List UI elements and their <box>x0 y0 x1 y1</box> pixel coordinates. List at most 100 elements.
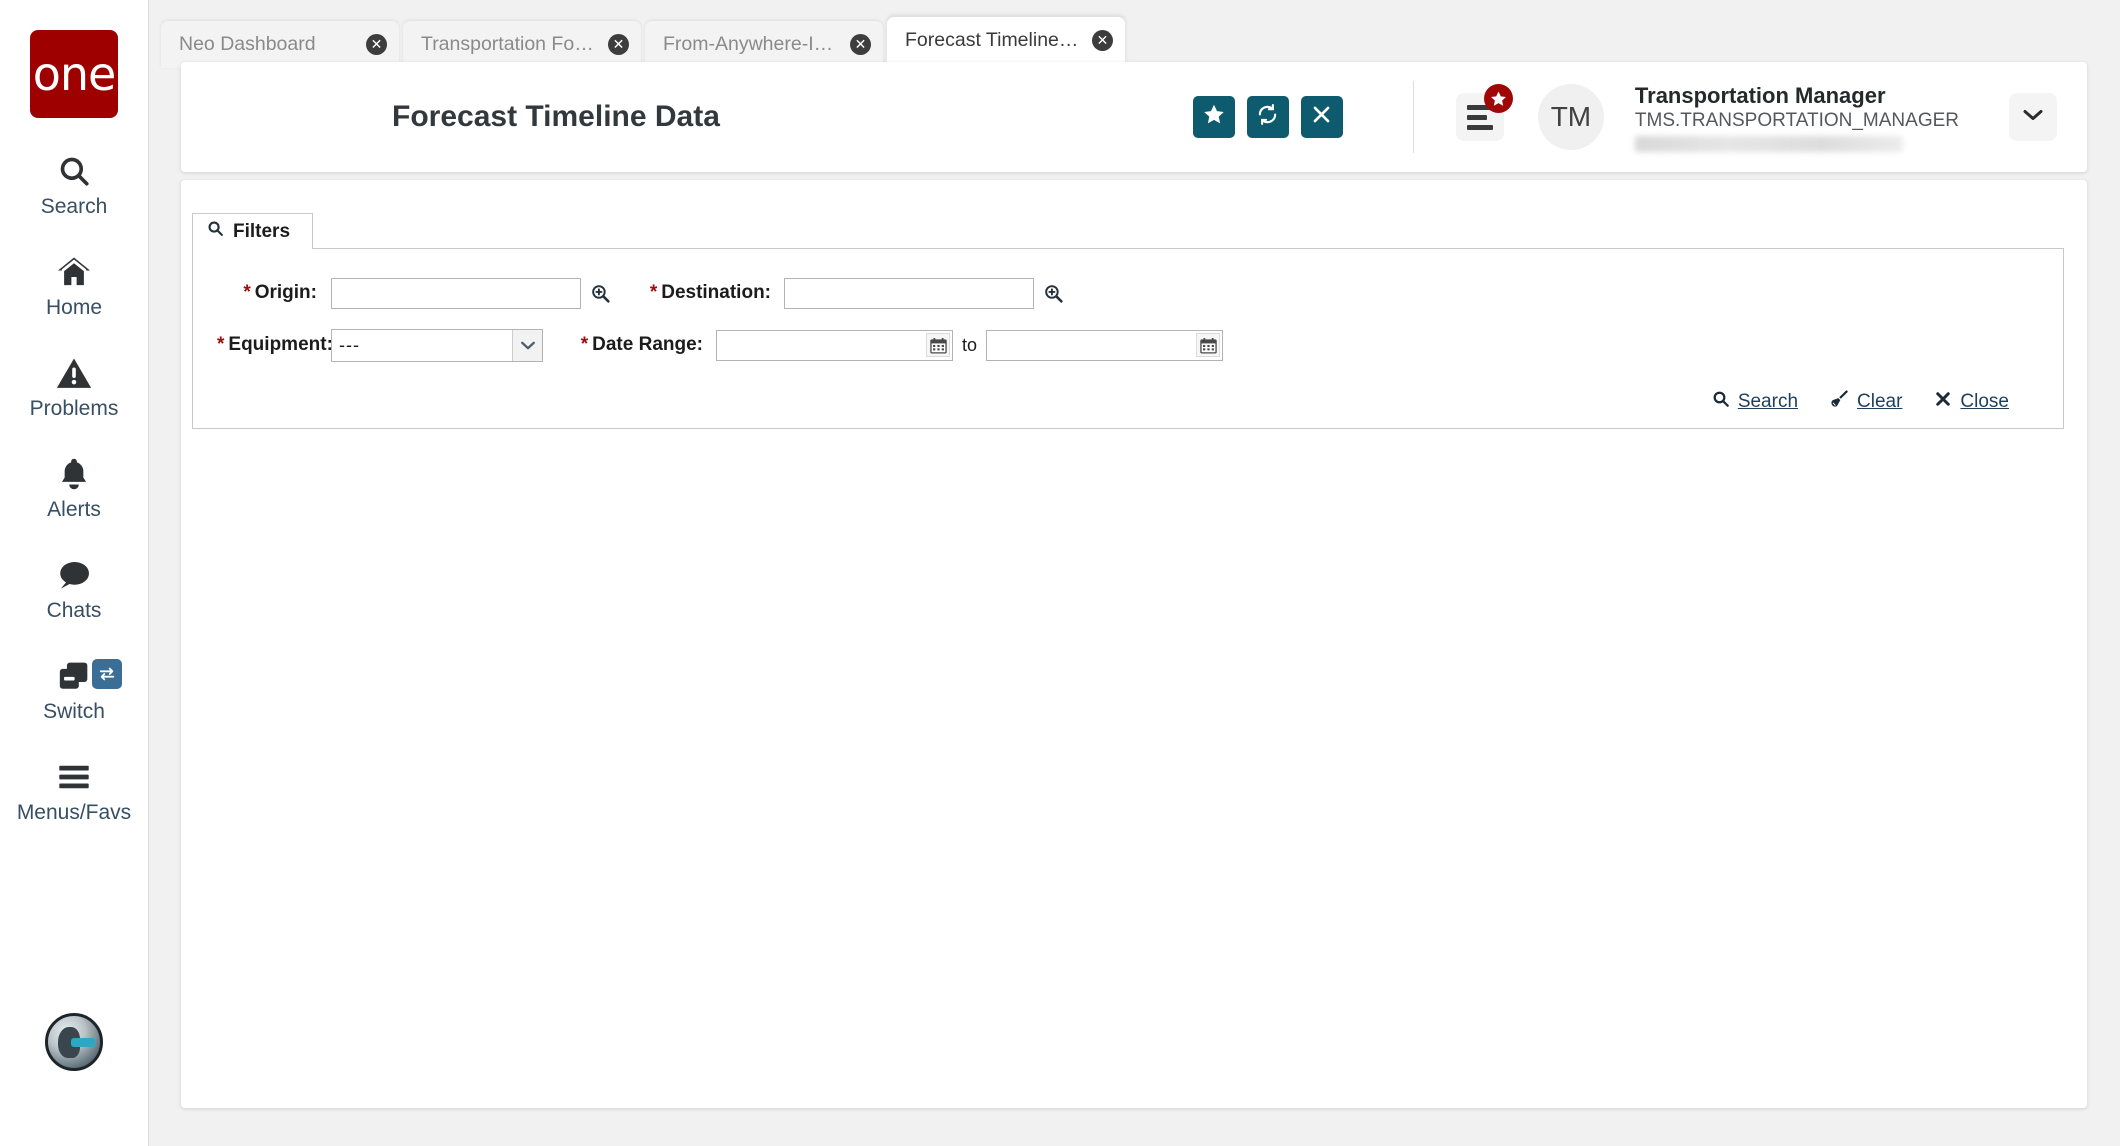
sidebar-item-problems[interactable]: Problems <box>0 354 149 421</box>
chat-bubble-icon <box>56 556 92 594</box>
tab-transportation-forecast-workbench[interactable]: Transportation Forecast Workbe... ✕ <box>403 21 641 68</box>
filters-search-link[interactable]: Search <box>1712 390 1798 414</box>
user-display-name: Transportation Manager <box>1635 82 1959 110</box>
robot-visor-shape <box>71 1038 95 1046</box>
switch-windows-icon <box>57 657 91 695</box>
close-icon[interactable]: ✕ <box>366 34 387 55</box>
broom-icon <box>1830 389 1849 414</box>
filters-action-links: Search Clear <box>217 389 2039 414</box>
favorite-button[interactable] <box>1193 96 1235 138</box>
avatar-initials: TM <box>1551 101 1591 133</box>
calendar-icon[interactable] <box>926 333 950 357</box>
redacted-user-detail <box>1635 136 1903 152</box>
field-date-range: *Date Range: <box>571 330 1223 361</box>
chevron-down-icon <box>512 330 542 361</box>
robot-avatar-icon[interactable] <box>45 1013 103 1071</box>
sidebar-item-chats[interactable]: Chats <box>0 556 149 623</box>
date-range-label: *Date Range: <box>571 334 703 356</box>
filters-row-2: *Equipment: --- <box>217 323 2039 367</box>
date-from-input[interactable] <box>716 330 953 361</box>
origin-input[interactable] <box>331 278 581 309</box>
search-icon <box>57 152 91 190</box>
destination-label: *Destination: <box>639 282 771 304</box>
star-icon <box>1203 104 1225 130</box>
x-icon <box>1934 390 1952 414</box>
exchange-arrows-icon[interactable] <box>92 659 122 689</box>
field-destination: *Destination: <box>639 278 1064 309</box>
user-menu-toggle[interactable] <box>2009 93 2057 141</box>
sidebar-item-alerts[interactable]: Alerts <box>0 455 149 522</box>
filters-search-label: Search <box>1738 391 1798 413</box>
sidebar-item-home[interactable]: Home <box>0 253 149 320</box>
sidebar-item-search[interactable]: Search <box>0 152 149 219</box>
tab-filters-label: Filters <box>233 221 290 243</box>
user-login-id: TMS.TRANSPORTATION_MANAGER <box>1635 109 1959 133</box>
date-range-separator: to <box>962 335 977 356</box>
magnifier-plus-icon[interactable] <box>1043 283 1064 304</box>
tab-forecast-timeline-data[interactable]: Forecast Timeline Data ✕ <box>887 17 1125 68</box>
warning-triangle-icon <box>56 354 92 392</box>
tab-filters[interactable]: Filters <box>192 213 313 249</box>
calendar-icon[interactable] <box>1196 333 1220 357</box>
filters-close-label: Close <box>1960 391 2009 413</box>
filters-clear-label: Clear <box>1857 391 1902 413</box>
sidebar-item-label: Problems <box>30 397 119 421</box>
sidebar-item-label: Alerts <box>47 498 101 522</box>
main-menu-button[interactable] <box>1456 93 1504 141</box>
required-marker: * <box>217 334 224 355</box>
magnifier-plus-icon[interactable] <box>590 283 611 304</box>
close-icon[interactable]: ✕ <box>1092 30 1113 51</box>
brand-logo-text: one <box>33 51 116 97</box>
brand-logo[interactable]: one <box>30 30 118 118</box>
close-x-icon <box>1311 104 1332 130</box>
date-range-label-text: Date Range: <box>592 334 703 355</box>
header-action-group: TM Transportation Manager TMS.TRANSPORTA… <box>1193 81 2057 153</box>
sidebar-item-label: Switch <box>43 700 105 724</box>
destination-label-text: Destination: <box>661 282 771 303</box>
search-icon <box>207 220 224 243</box>
sidebar-item-label: Search <box>41 195 108 219</box>
sidebar-item-label: Menus/Favs <box>17 801 131 825</box>
home-icon <box>56 253 92 291</box>
field-origin: *Origin: <box>217 278 611 309</box>
close-button[interactable] <box>1301 96 1343 138</box>
required-marker: * <box>243 282 250 303</box>
tab-label: Transportation Forecast Workbe... <box>421 33 598 56</box>
close-icon[interactable]: ✕ <box>850 34 871 55</box>
equipment-select-value: --- <box>332 335 512 356</box>
origin-label-text: Origin: <box>255 282 317 303</box>
header-divider <box>1413 81 1414 153</box>
tab-label: From-Anywhere-In-China <box>663 33 840 56</box>
page-header: Forecast Timeline Data <box>181 62 2087 172</box>
date-to-group <box>986 330 1223 361</box>
tab-from-anywhere-in-china[interactable]: From-Anywhere-In-China ✕ <box>645 21 883 68</box>
refresh-button[interactable] <box>1247 96 1289 138</box>
tab-neo-dashboard[interactable]: Neo Dashboard ✕ <box>161 21 399 68</box>
sidebar-item-menus-favs[interactable]: Menus/Favs <box>0 758 149 825</box>
sidebar-item-label: Chats <box>47 599 102 623</box>
left-sidebar: one Search Home <box>0 0 149 1146</box>
filters-close-link[interactable]: Close <box>1934 390 2009 414</box>
chevron-down-icon <box>2022 107 2044 128</box>
equipment-label: *Equipment: <box>217 334 317 356</box>
origin-label: *Origin: <box>217 282 317 304</box>
page-content: Filters *Origin: <box>181 180 2087 1108</box>
close-icon[interactable]: ✕ <box>608 34 629 55</box>
search-icon <box>1712 390 1730 414</box>
required-marker: * <box>650 282 657 303</box>
required-marker: * <box>581 334 588 355</box>
equipment-select[interactable]: --- <box>331 329 543 362</box>
sidebar-item-switch[interactable]: Switch <box>0 657 149 724</box>
filters-tabstrip: Filters <box>192 212 2064 248</box>
date-to-input[interactable] <box>986 330 1223 361</box>
filters-clear-link[interactable]: Clear <box>1830 389 1902 414</box>
destination-input[interactable] <box>784 278 1034 309</box>
avatar[interactable]: TM <box>1538 84 1604 150</box>
date-from-group <box>716 330 953 361</box>
page-title: Forecast Timeline Data <box>392 100 720 134</box>
hamburger-icon <box>57 758 91 796</box>
tab-bar: Neo Dashboard ✕ Transportation Forecast … <box>150 0 2120 68</box>
user-info[interactable]: Transportation Manager TMS.TRANSPORTATIO… <box>1635 82 1959 152</box>
tab-label: Forecast Timeline Data <box>905 29 1082 52</box>
filters-row-1: *Origin: <box>217 271 2039 315</box>
